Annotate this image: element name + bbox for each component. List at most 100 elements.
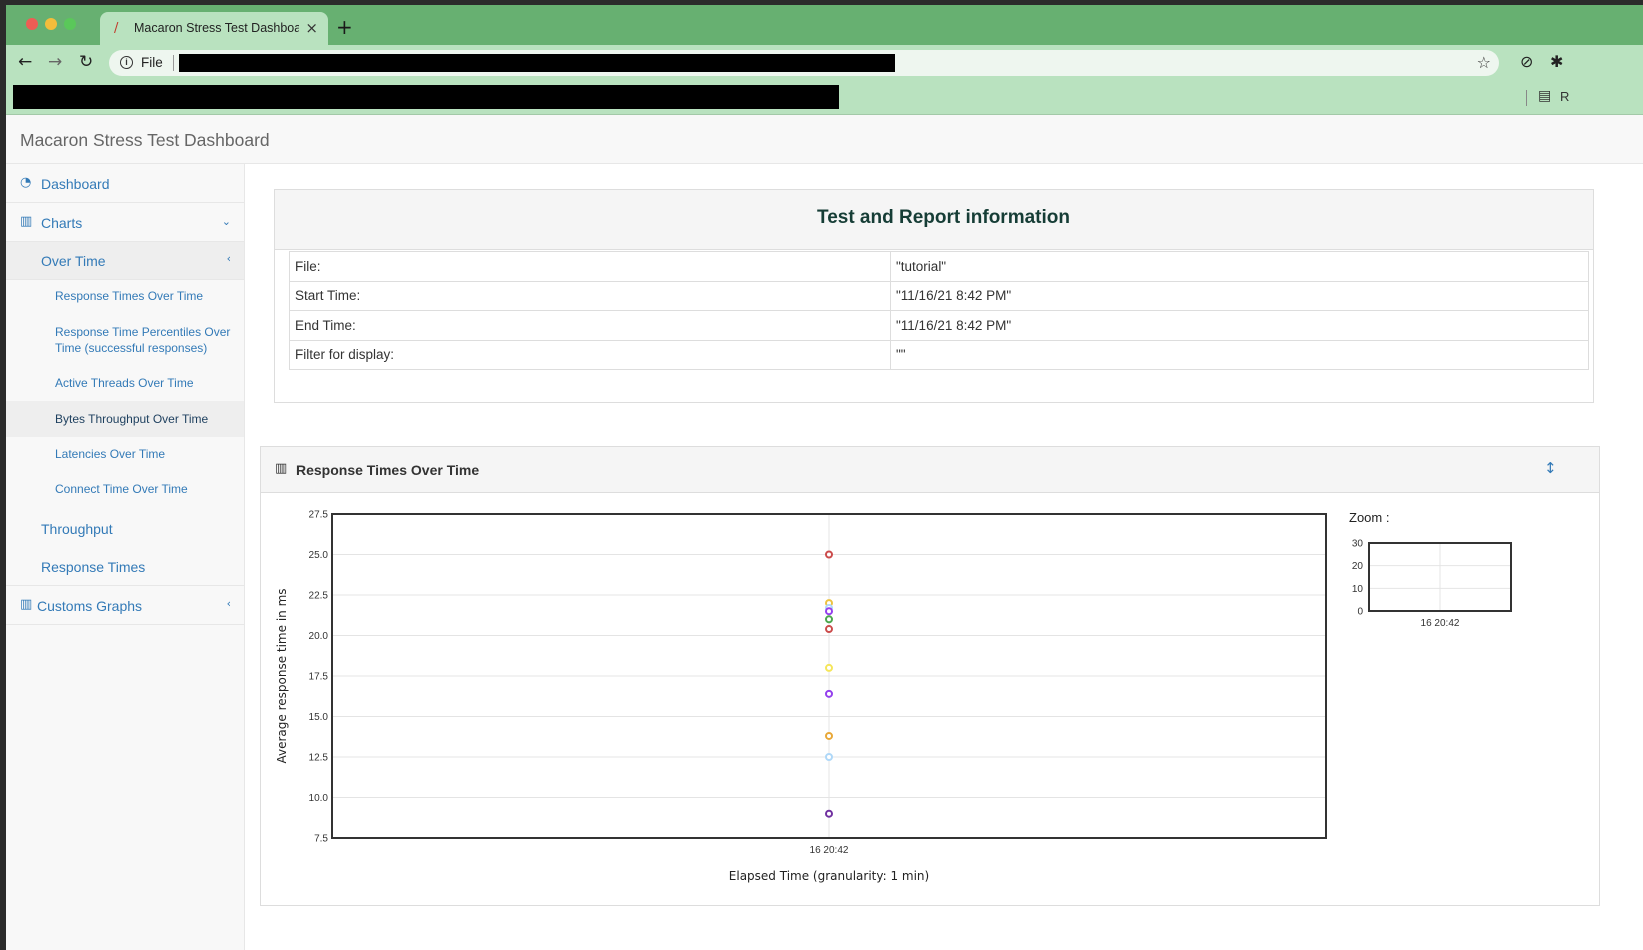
reading-list-icon[interactable]: ▤ — [1538, 88, 1551, 104]
table-key: Filter for display: — [289, 339, 891, 370]
new-tab-button[interactable]: + — [336, 15, 353, 39]
table-row: Start Time: "11/16/21 8:42 PM" — [289, 280, 1589, 311]
sidebar-item-label: Throughput — [41, 521, 113, 537]
data-point — [825, 753, 833, 761]
data-point — [825, 615, 833, 624]
sidebar-subitem-label: Active Threads Over Time — [55, 376, 194, 390]
table-key: End Time: — [289, 310, 891, 341]
table-row: Filter for display: "" — [289, 339, 1589, 370]
chevron-left-icon: ‹ — [226, 597, 231, 610]
browser-toolbar: ← → ↻ i File ☆ ⊘ ✱ — [6, 45, 1643, 81]
sidebar-item-label: Customs Graphs — [37, 598, 143, 614]
top-navbar: Macaron Stress Test Dashboard — [6, 115, 1643, 164]
data-point — [825, 731, 833, 740]
sidebar-item-label: Charts — [41, 215, 83, 231]
bar-chart-icon: ▥ — [20, 214, 33, 229]
puzzle-icon[interactable]: ✱ — [1550, 52, 1563, 71]
data-point — [825, 625, 833, 634]
data-point — [825, 550, 833, 559]
close-tab-icon[interactable]: × — [305, 19, 318, 37]
info-table: File: "tutorial" Start Time: "11/16/21 8:4… — [289, 251, 1589, 370]
sidebar-item-charts[interactable]: ▥ Charts ⌄ — [6, 203, 244, 242]
browser-window: / Macaron Stress Test Dashboard × + ← → … — [6, 5, 1643, 950]
table-key: File: — [289, 251, 891, 282]
x-axis-title: Elapsed Time (granularity: 1 min) — [729, 869, 929, 883]
chevron-down-icon: ⌄ — [221, 215, 231, 228]
table-value: "11/16/21 8:42 PM" — [890, 280, 1589, 311]
test-report-panel: Test and Report information File: "tutori… — [274, 189, 1594, 403]
data-point — [825, 689, 833, 698]
zoom-y-tick-label: 10 — [1352, 584, 1364, 595]
y-tick-label: 27.5 — [309, 510, 329, 521]
star-icon[interactable]: ☆ — [1477, 53, 1491, 72]
main-content: Test and Report information File: "tutori… — [245, 164, 1643, 950]
scheme-label: File — [141, 55, 163, 70]
sync-extension-icon[interactable]: ⊘ — [1520, 52, 1533, 71]
data-point — [825, 809, 833, 818]
table-key: Start Time: — [289, 280, 891, 311]
sidebar-subitem-label: Response Time Percentiles Over Time (suc… — [55, 325, 231, 355]
y-tick-label: 25.0 — [309, 550, 329, 561]
sidebar-subitem-connect-time[interactable]: Connect Time Over Time — [6, 481, 244, 511]
zoom-y-tick-label: 0 — [1357, 607, 1363, 618]
y-tick-label: 20.0 — [309, 631, 329, 642]
data-point — [825, 663, 833, 672]
close-window-button[interactable] — [26, 18, 38, 30]
sidebar-item-throughput[interactable]: Throughput — [6, 510, 244, 548]
sidebar: ◔ Dashboard ▥ Charts ⌄ Over Time ‹ Respo… — [6, 164, 245, 950]
minimize-window-button[interactable] — [45, 18, 57, 30]
page: Macaron Stress Test Dashboard ◔ Dashboar… — [6, 115, 1643, 950]
browser-tab[interactable]: / Macaron Stress Test Dashboard × — [100, 12, 328, 45]
sidebar-item-label: Dashboard — [41, 176, 110, 192]
sidebar-subitem-label: Bytes Throughput Over Time — [55, 412, 209, 426]
table-value: "tutorial" — [890, 251, 1589, 282]
response-times-chart: 7.5 10.0 12.5 15.0 17.5 20.0 22.5 25.0 27.5 16 20… — [275, 510, 1512, 883]
sidebar-subitem-label: Connect Time Over Time — [55, 482, 188, 496]
feather-icon: / — [114, 21, 119, 36]
info-icon[interactable]: i — [120, 56, 133, 69]
back-arrow-icon[interactable]: ← — [18, 52, 32, 72]
reading-list-label[interactable]: R — [1560, 89, 1569, 104]
reload-icon[interactable]: ↻ — [79, 52, 93, 72]
zoom-y-tick-label: 20 — [1352, 561, 1364, 572]
zoom-y-tick-label: 30 — [1352, 539, 1364, 550]
url-separator — [173, 55, 174, 71]
sidebar-subitem-response-time-percentiles[interactable]: Response Time Percentiles Over Time (suc… — [6, 324, 244, 360]
sidebar-item-dashboard[interactable]: ◔ Dashboard — [6, 164, 244, 203]
y-tick-label: 17.5 — [309, 672, 329, 683]
zoom-x-tick-label: 16 20:42 — [1421, 618, 1460, 629]
zoom-label: Zoom : — [1349, 510, 1390, 525]
address-bar[interactable]: i File ☆ — [109, 50, 1499, 76]
y-axis-title: Average response time in ms — [275, 588, 289, 763]
sidebar-subitem-label: Response Times Over Time — [55, 289, 204, 303]
y-tick-label: 12.5 — [309, 753, 329, 764]
chevron-left-icon: ‹ — [226, 252, 231, 265]
sidebar-subitem-response-times-over-time[interactable]: Response Times Over Time — [6, 288, 244, 318]
table-value: "" — [890, 339, 1589, 370]
tab-strip: / Macaron Stress Test Dashboard × + — [6, 5, 1643, 45]
y-tick-label: 15.0 — [309, 712, 329, 723]
response-times-panel: ▥ Response Times Over Time ↕ 7.5 10.0 12.5… — [260, 446, 1600, 906]
sidebar-subitem-bytes-throughput[interactable]: Bytes Throughput Over Time — [6, 401, 244, 437]
sidebar-item-custom-graphs[interactable]: ▥ Customs Graphs ‹ — [6, 586, 244, 625]
tab-title: Macaron Stress Test Dashboard — [134, 21, 299, 35]
forward-arrow-icon[interactable]: → — [48, 52, 62, 72]
panel-title: Test and Report information — [817, 207, 1070, 228]
y-tick-label: 7.5 — [314, 834, 328, 845]
sidebar-subitem-label: Latencies Over Time — [55, 447, 166, 461]
y-tick-label: 22.5 — [309, 591, 329, 602]
y-tick-label: 10.0 — [309, 793, 329, 804]
sidebar-subitem-latencies[interactable]: Latencies Over Time — [6, 446, 244, 476]
panel-heading: Test and Report information — [275, 190, 1593, 250]
table-value: "11/16/21 8:42 PM" — [890, 310, 1589, 341]
bookmarks-separator — [1526, 90, 1527, 106]
maximize-window-button[interactable] — [64, 18, 76, 30]
sidebar-item-response-times[interactable]: Response Times — [6, 548, 244, 586]
table-row: End Time: "11/16/21 8:42 PM" — [289, 310, 1589, 341]
redacted-url — [179, 54, 895, 72]
redacted-bookmarks — [13, 85, 839, 109]
sidebar-item-label: Response Times — [41, 559, 146, 575]
sidebar-item-over-time[interactable]: Over Time ‹ — [6, 242, 244, 280]
brand-title[interactable]: Macaron Stress Test Dashboard — [20, 130, 270, 151]
dashboard-icon: ◔ — [20, 175, 32, 190]
